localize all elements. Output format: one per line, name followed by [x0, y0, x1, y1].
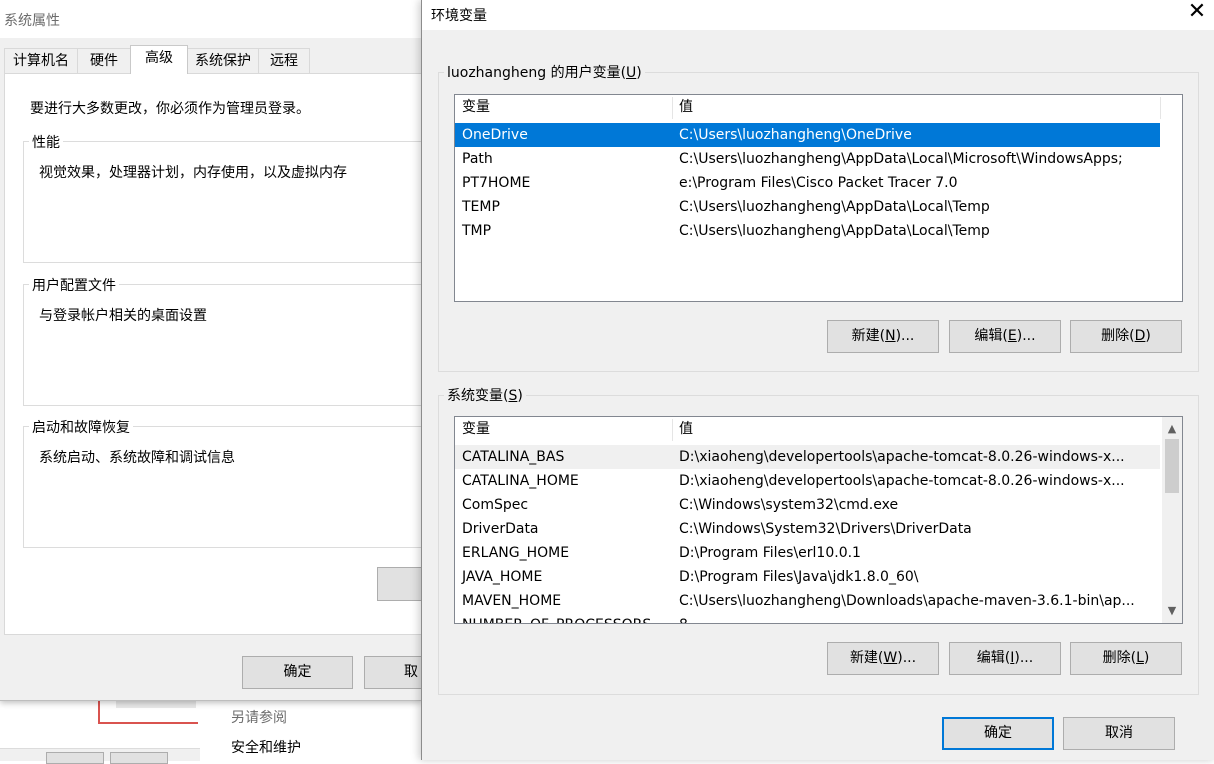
startup-recovery-title: 启动和故障恢复: [29, 417, 133, 437]
system-delete-button[interactable]: 删除(L): [1070, 642, 1182, 675]
tab-hardware[interactable]: 硬件: [77, 48, 131, 73]
user-delete-button[interactable]: 删除(D): [1070, 320, 1182, 353]
column-separator[interactable]: [1160, 97, 1161, 119]
variable-name: CATALINA_HOME: [462, 473, 579, 489]
startup-recovery-desc: 系统启动、系统故障和调试信息: [39, 450, 235, 466]
user-list-header: 变量 值: [455, 95, 1182, 119]
tab-system-protection[interactable]: 系统保护: [187, 48, 259, 73]
env-title: 环境变量: [431, 8, 487, 24]
see-also-heading: 另请参阅: [231, 710, 287, 726]
startup-recovery-group: [23, 426, 435, 548]
tab-computer-name[interactable]: 计算机名: [4, 48, 78, 73]
column-header-variable[interactable]: 变量: [455, 95, 672, 119]
list-item[interactable]: PT7HOME e:\Program Files\Cisco Packet Tr…: [455, 171, 1160, 195]
user-variables-legend: luozhangheng 的用户变量(U): [444, 62, 645, 82]
sysprop-title: 系统属性: [4, 13, 60, 29]
system-variables-legend: 系统变量(S): [444, 385, 526, 405]
list-item[interactable]: MAVEN_HOME C:\Users\luozhangheng\Downloa…: [455, 589, 1160, 613]
system-properties-dialog: 系统属性 计算机名 硬件 高级 系统保护 远程 要进行大多数更改，你必须作为管理…: [0, 0, 439, 701]
variable-name: ComSpec: [462, 497, 529, 513]
scroll-thumb[interactable]: [1165, 439, 1179, 493]
variable-value: D:\xiaoheng\developertools\apache-tomcat…: [679, 473, 1125, 489]
variable-value: C:\Users\luozhangheng\AppData\Local\Temp: [679, 223, 990, 239]
variable-value: C:\Users\luozhangheng\OneDrive: [679, 127, 912, 143]
variable-value: 8: [679, 613, 1157, 623]
user-new-button[interactable]: 新建(N)...: [827, 320, 939, 353]
list-item[interactable]: CATALINA_HOME D:\xiaoheng\developertools…: [455, 469, 1160, 493]
list-item[interactable]: Path C:\Users\luozhangheng\AppData\Local…: [455, 147, 1160, 171]
system-variables-list[interactable]: 变量 值 CATALINA_BAS D:\xiaoheng\developert…: [454, 416, 1183, 624]
variable-name: ERLANG_HOME: [462, 545, 570, 561]
list-item[interactable]: ERLANG_HOME D:\Program Files\erl10.0.1: [455, 541, 1160, 565]
sysprop-ok-button[interactable]: 确定: [242, 656, 353, 689]
scroll-down-icon[interactable]: ▼: [1162, 601, 1182, 621]
user-profiles-desc: 与登录帐户相关的桌面设置: [39, 308, 207, 324]
variable-name: JAVA_HOME: [462, 569, 543, 585]
env-titlebar: 环境变量 ✕: [422, 0, 1214, 30]
security-maintenance-link[interactable]: 安全和维护: [231, 737, 301, 757]
system-list-header: 变量 值: [455, 417, 1160, 441]
variable-name: NUMBER_OF_PROCESSORS: [462, 613, 651, 623]
performance-group: [23, 141, 435, 263]
env-cancel-button[interactable]: 取消: [1063, 717, 1175, 750]
env-ok-button[interactable]: 确定: [942, 717, 1054, 750]
user-edit-button[interactable]: 编辑(E)...: [949, 320, 1061, 353]
system-list-scrollbar[interactable]: ▲ ▼: [1162, 417, 1182, 623]
variable-value: C:\Users\luozhangheng\AppData\Local\Temp: [679, 199, 990, 215]
background-button-fragment: [116, 700, 196, 708]
column-header-value[interactable]: 值: [672, 95, 1160, 119]
list-item[interactable]: DriverData C:\Windows\System32\Drivers\D…: [455, 517, 1160, 541]
variable-name: MAVEN_HOME: [462, 593, 562, 609]
admin-note: 要进行大多数更改，你必须作为管理员登录。: [30, 101, 310, 117]
background-button: [46, 752, 104, 764]
background-button: [110, 752, 168, 764]
variable-value: D:\xiaoheng\developertools\apache-tomcat…: [679, 449, 1125, 465]
user-profiles-title: 用户配置文件: [29, 275, 119, 295]
variable-name: DriverData: [462, 521, 539, 537]
tab-advanced[interactable]: 高级: [130, 45, 188, 74]
system-edit-button[interactable]: 编辑(I)...: [949, 642, 1061, 675]
list-item[interactable]: NUMBER_OF_PROCESSORS 8: [455, 613, 1160, 623]
variable-value: C:\Windows\system32\cmd.exe: [679, 497, 899, 513]
performance-title: 性能: [29, 132, 63, 152]
variable-name: TEMP: [462, 199, 500, 215]
variable-name: PT7HOME: [462, 175, 531, 191]
tab-remote[interactable]: 远程: [258, 48, 310, 73]
column-header-value[interactable]: 值: [672, 417, 1160, 441]
variable-value: C:\Users\luozhangheng\Downloads\apache-m…: [679, 593, 1135, 609]
performance-desc: 视觉效果，处理器计划，内存使用，以及虚拟内存: [39, 165, 347, 181]
variable-name: Path: [462, 151, 493, 167]
variable-name: CATALINA_BAS: [462, 449, 565, 465]
variable-value: e:\Program Files\Cisco Packet Tracer 7.0: [679, 175, 958, 191]
list-item[interactable]: TMP C:\Users\luozhangheng\AppData\Local\…: [455, 219, 1160, 243]
environment-variables-dialog: 环境变量 ✕ luozhangheng 的用户变量(U) 变量 值 OneDri…: [421, 0, 1214, 760]
variable-name: OneDrive: [462, 127, 528, 143]
user-variables-list[interactable]: 变量 值 OneDrive C:\Users\luozhangheng\OneD…: [454, 94, 1183, 302]
variable-name: TMP: [462, 223, 492, 239]
system-new-button[interactable]: 新建(W)...: [827, 642, 939, 675]
list-item[interactable]: TEMP C:\Users\luozhangheng\AppData\Local…: [455, 195, 1160, 219]
user-profiles-group: [23, 284, 435, 406]
variable-value: D:\Program Files\erl10.0.1: [679, 545, 861, 561]
sysprop-titlebar: 系统属性: [0, 0, 422, 38]
column-header-variable[interactable]: 变量: [455, 417, 672, 441]
variable-value: C:\Users\luozhangheng\AppData\Local\Micr…: [679, 151, 1123, 167]
list-item[interactable]: OneDrive C:\Users\luozhangheng\OneDrive: [455, 123, 1160, 147]
list-item[interactable]: CATALINA_BAS D:\xiaoheng\developertools\…: [455, 445, 1160, 469]
list-item[interactable]: ComSpec C:\Windows\system32\cmd.exe: [455, 493, 1160, 517]
list-item[interactable]: JAVA_HOME D:\Program Files\Java\jdk1.8.0…: [455, 565, 1160, 589]
variable-value: C:\Windows\System32\Drivers\DriverData: [679, 521, 972, 537]
close-icon[interactable]: ✕: [1179, 0, 1214, 26]
scroll-up-icon[interactable]: ▲: [1162, 419, 1182, 439]
variable-value: D:\Program Files\Java\jdk1.8.0_60\: [679, 569, 919, 585]
